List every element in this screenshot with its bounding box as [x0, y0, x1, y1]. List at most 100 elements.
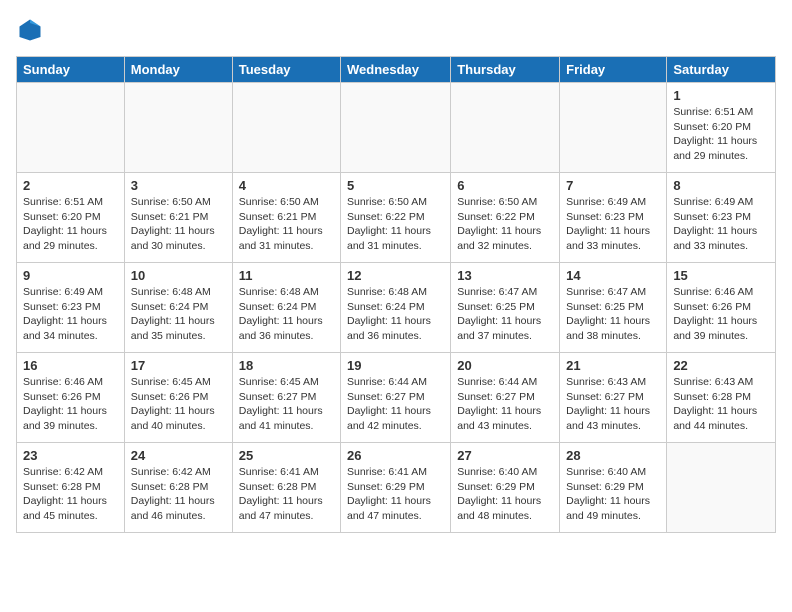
weekday-friday: Friday	[560, 57, 667, 83]
day-number: 15	[673, 268, 769, 283]
day-cell	[124, 83, 232, 173]
day-info: Sunrise: 6:45 AM Sunset: 6:27 PM Dayligh…	[239, 375, 334, 434]
day-info: Sunrise: 6:49 AM Sunset: 6:23 PM Dayligh…	[673, 195, 769, 254]
day-info: Sunrise: 6:49 AM Sunset: 6:23 PM Dayligh…	[566, 195, 660, 254]
calendar-body: 1 Sunrise: 6:51 AM Sunset: 6:20 PM Daylig…	[17, 83, 776, 533]
day-info: Sunrise: 6:50 AM Sunset: 6:22 PM Dayligh…	[457, 195, 553, 254]
week-row-4: 16 Sunrise: 6:46 AM Sunset: 6:26 PM Dayli…	[17, 353, 776, 443]
day-cell: 25 Sunrise: 6:41 AM Sunset: 6:28 PM Dayli…	[232, 443, 340, 533]
day-number: 12	[347, 268, 444, 283]
weekday-monday: Monday	[124, 57, 232, 83]
day-info: Sunrise: 6:47 AM Sunset: 6:25 PM Dayligh…	[566, 285, 660, 344]
day-cell	[560, 83, 667, 173]
day-cell	[451, 83, 560, 173]
weekday-sunday: Sunday	[17, 57, 125, 83]
day-number: 24	[131, 448, 226, 463]
day-cell	[667, 443, 776, 533]
day-info: Sunrise: 6:48 AM Sunset: 6:24 PM Dayligh…	[347, 285, 444, 344]
week-row-2: 2Sunrise: 6:51 AM Sunset: 6:20 PM Daylig…	[17, 173, 776, 263]
day-number: 25	[239, 448, 334, 463]
day-info: Sunrise: 6:40 AM Sunset: 6:29 PM Dayligh…	[566, 465, 660, 524]
day-cell: 16 Sunrise: 6:46 AM Sunset: 6:26 PM Dayli…	[17, 353, 125, 443]
logo	[16, 16, 48, 44]
day-info: Sunrise: 6:44 AM Sunset: 6:27 PM Dayligh…	[457, 375, 553, 434]
weekday-tuesday: Tuesday	[232, 57, 340, 83]
weekday-wednesday: Wednesday	[341, 57, 451, 83]
day-cell: 14 Sunrise: 6:47 AM Sunset: 6:25 PM Dayli…	[560, 263, 667, 353]
day-info: Sunrise: 6:50 AM Sunset: 6:21 PM Dayligh…	[131, 195, 226, 254]
weekday-saturday: Saturday	[667, 57, 776, 83]
day-cell: 21 Sunrise: 6:43 AM Sunset: 6:27 PM Dayli…	[560, 353, 667, 443]
weekday-thursday: Thursday	[451, 57, 560, 83]
day-cell: 15 Sunrise: 6:46 AM Sunset: 6:26 PM Dayli…	[667, 263, 776, 353]
day-number: 2	[23, 178, 118, 193]
day-cell: 8 Sunrise: 6:49 AM Sunset: 6:23 PM Daylig…	[667, 173, 776, 263]
day-number: 20	[457, 358, 553, 373]
day-info: Sunrise: 6:47 AM Sunset: 6:25 PM Dayligh…	[457, 285, 553, 344]
day-cell: 13 Sunrise: 6:47 AM Sunset: 6:25 PM Dayli…	[451, 263, 560, 353]
day-info: Sunrise: 6:42 AM Sunset: 6:28 PM Dayligh…	[23, 465, 118, 524]
day-info: Sunrise: 6:40 AM Sunset: 6:29 PM Dayligh…	[457, 465, 553, 524]
day-number: 16	[23, 358, 118, 373]
day-cell: 6 Sunrise: 6:50 AM Sunset: 6:22 PM Daylig…	[451, 173, 560, 263]
day-info: Sunrise: 6:49 AM Sunset: 6:23 PM Dayligh…	[23, 285, 118, 344]
week-row-5: 23 Sunrise: 6:42 AM Sunset: 6:28 PM Dayli…	[17, 443, 776, 533]
day-number: 14	[566, 268, 660, 283]
day-info: Sunrise: 6:50 AM Sunset: 6:22 PM Dayligh…	[347, 195, 444, 254]
day-cell: 19Sunrise: 6:44 AM Sunset: 6:27 PM Dayli…	[341, 353, 451, 443]
day-info: Sunrise: 6:50 AM Sunset: 6:21 PM Dayligh…	[239, 195, 334, 254]
day-number: 6	[457, 178, 553, 193]
day-info: Sunrise: 6:42 AM Sunset: 6:28 PM Dayligh…	[131, 465, 226, 524]
day-number: 10	[131, 268, 226, 283]
week-row-3: 9 Sunrise: 6:49 AM Sunset: 6:23 PM Daylig…	[17, 263, 776, 353]
day-cell: 10 Sunrise: 6:48 AM Sunset: 6:24 PM Dayli…	[124, 263, 232, 353]
day-cell: 20 Sunrise: 6:44 AM Sunset: 6:27 PM Dayli…	[451, 353, 560, 443]
day-number: 17	[131, 358, 226, 373]
day-cell	[17, 83, 125, 173]
day-info: Sunrise: 6:41 AM Sunset: 6:29 PM Dayligh…	[347, 465, 444, 524]
page-header	[16, 16, 776, 44]
day-cell: 7 Sunrise: 6:49 AM Sunset: 6:23 PM Daylig…	[560, 173, 667, 263]
day-number: 3	[131, 178, 226, 193]
day-number: 5	[347, 178, 444, 193]
day-cell: 18 Sunrise: 6:45 AM Sunset: 6:27 PM Dayli…	[232, 353, 340, 443]
day-cell: 1 Sunrise: 6:51 AM Sunset: 6:20 PM Daylig…	[667, 83, 776, 173]
day-number: 8	[673, 178, 769, 193]
day-cell	[341, 83, 451, 173]
day-info: Sunrise: 6:46 AM Sunset: 6:26 PM Dayligh…	[23, 375, 118, 434]
weekday-header-row: SundayMondayTuesdayWednesdayThursdayFrid…	[17, 57, 776, 83]
day-info: Sunrise: 6:45 AM Sunset: 6:26 PM Dayligh…	[131, 375, 226, 434]
day-number: 19	[347, 358, 444, 373]
day-cell: 11Sunrise: 6:48 AM Sunset: 6:24 PM Dayli…	[232, 263, 340, 353]
day-cell: 5 Sunrise: 6:50 AM Sunset: 6:22 PM Daylig…	[341, 173, 451, 263]
day-cell: 17 Sunrise: 6:45 AM Sunset: 6:26 PM Dayli…	[124, 353, 232, 443]
day-cell: 28 Sunrise: 6:40 AM Sunset: 6:29 PM Dayli…	[560, 443, 667, 533]
day-info: Sunrise: 6:43 AM Sunset: 6:28 PM Dayligh…	[673, 375, 769, 434]
calendar: SundayMondayTuesdayWednesdayThursdayFrid…	[16, 56, 776, 533]
day-cell: 24 Sunrise: 6:42 AM Sunset: 6:28 PM Dayli…	[124, 443, 232, 533]
day-number: 7	[566, 178, 660, 193]
day-cell: 3 Sunrise: 6:50 AM Sunset: 6:21 PM Daylig…	[124, 173, 232, 263]
day-info: Sunrise: 6:51 AM Sunset: 6:20 PM Dayligh…	[673, 105, 769, 164]
day-number: 28	[566, 448, 660, 463]
day-cell: 22Sunrise: 6:43 AM Sunset: 6:28 PM Dayli…	[667, 353, 776, 443]
day-info: Sunrise: 6:46 AM Sunset: 6:26 PM Dayligh…	[673, 285, 769, 344]
day-number: 26	[347, 448, 444, 463]
day-number: 18	[239, 358, 334, 373]
day-number: 1	[673, 88, 769, 103]
day-info: Sunrise: 6:48 AM Sunset: 6:24 PM Dayligh…	[131, 285, 226, 344]
day-number: 9	[23, 268, 118, 283]
day-cell: 23 Sunrise: 6:42 AM Sunset: 6:28 PM Dayli…	[17, 443, 125, 533]
day-number: 13	[457, 268, 553, 283]
day-number: 21	[566, 358, 660, 373]
day-cell: 9 Sunrise: 6:49 AM Sunset: 6:23 PM Daylig…	[17, 263, 125, 353]
week-row-1: 1 Sunrise: 6:51 AM Sunset: 6:20 PM Daylig…	[17, 83, 776, 173]
day-info: Sunrise: 6:48 AM Sunset: 6:24 PM Dayligh…	[239, 285, 334, 344]
day-cell: 2Sunrise: 6:51 AM Sunset: 6:20 PM Daylig…	[17, 173, 125, 263]
day-cell: 4Sunrise: 6:50 AM Sunset: 6:21 PM Daylig…	[232, 173, 340, 263]
day-cell	[232, 83, 340, 173]
day-number: 23	[23, 448, 118, 463]
day-info: Sunrise: 6:41 AM Sunset: 6:28 PM Dayligh…	[239, 465, 334, 524]
day-info: Sunrise: 6:43 AM Sunset: 6:27 PM Dayligh…	[566, 375, 660, 434]
day-cell: 27Sunrise: 6:40 AM Sunset: 6:29 PM Dayli…	[451, 443, 560, 533]
